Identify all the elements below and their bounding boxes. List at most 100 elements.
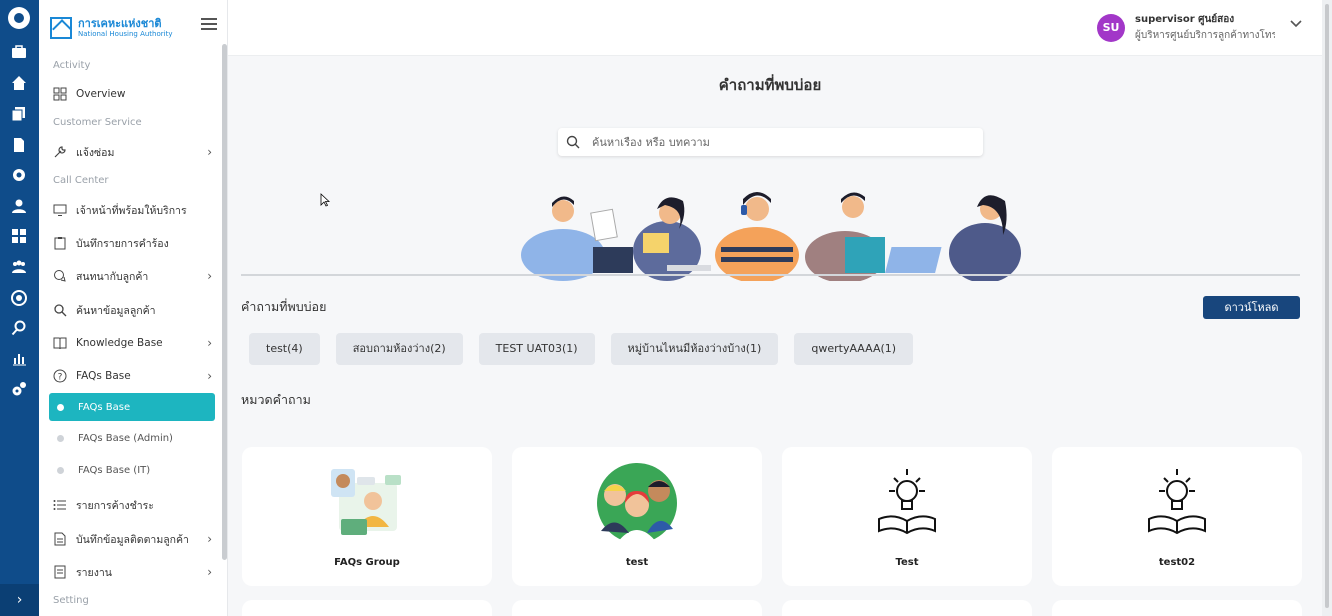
wrench-icon xyxy=(53,145,67,159)
team-illustration xyxy=(597,463,677,543)
sidebar-item-label: เจ้าหน้าที่พร้อมให้บริการ xyxy=(76,204,187,217)
category-card[interactable]: Test xyxy=(782,447,1032,586)
top-header: SU supervisor ศูนย์สอง ผู้บริหารศูนย์บริ… xyxy=(228,0,1332,56)
dashboard-icon[interactable] xyxy=(11,228,27,244)
chevron-right-icon: › xyxy=(207,532,212,546)
category-label: Test xyxy=(895,557,919,568)
brand-name-en: National Housing Authority xyxy=(78,30,173,38)
chevron-right-icon: › xyxy=(207,336,212,350)
user-name: supervisor ศูนย์สอง xyxy=(1135,14,1235,25)
sidebar-item-label: Knowledge Base xyxy=(76,337,163,349)
category-label: test xyxy=(625,557,649,568)
mouse-cursor-icon xyxy=(320,193,330,207)
category-card[interactable]: test02 xyxy=(1052,447,1302,586)
sidebar-item-label: Overview xyxy=(76,88,126,100)
hero-divider xyxy=(241,274,1300,276)
category-card[interactable]: FAQs Group xyxy=(242,447,492,586)
sidebar-item-knowledge-base[interactable]: Knowledge Base › xyxy=(48,331,218,355)
sidebar: การเคหะแห่งชาติ National Housing Authori… xyxy=(39,0,228,616)
category-label: FAQs Group xyxy=(334,557,400,568)
user-icon[interactable] xyxy=(11,198,27,214)
bullet-dot-icon xyxy=(57,434,64,442)
brand-name-th: การเคหะแห่งชาติ xyxy=(78,17,162,30)
sidebar-item-request-log[interactable]: บันทึกรายการคำร้อง xyxy=(48,231,218,255)
expand-sidebar-button[interactable]: › xyxy=(0,584,39,616)
sidebar-item-label: รายงาน xyxy=(76,566,112,579)
chart-icon[interactable] xyxy=(11,350,27,366)
sidebar-item-label: สนทนากับลูกค้า xyxy=(76,270,149,283)
chevron-right-icon: › xyxy=(207,269,212,283)
faq-tag-chip[interactable]: หมู่บ้านไหนมีห้องว่างบ้าง(1) xyxy=(610,333,779,365)
app-logo[interactable] xyxy=(8,7,30,29)
category-label: test02 xyxy=(1158,557,1196,568)
chevron-right-icon: › xyxy=(207,565,212,579)
page-scrollbar[interactable] xyxy=(1322,0,1332,616)
faq-tag-chip[interactable]: สอบถามห้องว่าง(2) xyxy=(335,333,463,365)
category-card[interactable] xyxy=(1052,600,1302,616)
sidebar-item-chat[interactable]: สนทนากับลูกค้า › xyxy=(48,264,218,288)
section-customer-service: Customer Service xyxy=(53,117,142,128)
faq-group-illustration xyxy=(331,469,401,535)
briefcase-icon[interactable] xyxy=(11,44,27,60)
sidebar-item-outstanding[interactable]: รายการค้างชำระ xyxy=(48,493,218,517)
clipboard-icon xyxy=(53,236,67,250)
sidebar-subitem-faqs-it[interactable]: FAQs Base (IT) xyxy=(49,456,215,484)
team-icon[interactable] xyxy=(11,259,27,275)
category-card-list: FAQs Group test Test test02 xyxy=(242,447,1302,586)
sidebar-item-label: บันทึกรายการคำร้อง xyxy=(76,237,169,250)
download-button[interactable]: ดาวน์โหลด xyxy=(1203,296,1300,319)
admin-settings-icon[interactable] xyxy=(11,381,27,397)
sidebar-item-followup[interactable]: บันทึกข้อมูลติดตามลูกค้า › xyxy=(48,527,218,551)
faq-tag-chip[interactable]: qwertyAAAA(1) xyxy=(794,333,914,365)
faq-section-heading: คำถามที่พบบ่อย xyxy=(241,299,327,314)
lightbulb-book-icon xyxy=(1148,469,1206,535)
file-text-icon xyxy=(53,532,67,546)
sidebar-item-label: รายการค้างชำระ xyxy=(76,499,154,512)
settings-gear-icon[interactable] xyxy=(11,167,27,183)
sidebar-scrollbar[interactable] xyxy=(222,44,227,560)
category-card[interactable] xyxy=(242,600,492,616)
icon-rail: › xyxy=(0,0,39,616)
sidebar-subitem-label: FAQs Base xyxy=(78,401,131,413)
search-icon xyxy=(53,303,67,317)
sidebar-item-customer-search[interactable]: ค้นหาข้อมูลลูกค้า xyxy=(48,298,218,322)
sidebar-item-report[interactable]: รายงาน › xyxy=(48,560,218,584)
chevron-down-icon[interactable] xyxy=(1290,17,1302,29)
hamburger-menu-icon[interactable] xyxy=(201,18,217,30)
brand-logo[interactable]: การเคหะแห่งชาติ National Housing Authori… xyxy=(50,14,172,42)
search-icon xyxy=(566,135,580,149)
lightbulb-book-icon xyxy=(878,469,936,535)
category-card[interactable] xyxy=(782,600,1032,616)
faq-tag-chip[interactable]: TEST UAT03(1) xyxy=(478,333,595,365)
grid-icon xyxy=(53,87,67,101)
sidebar-item-overview[interactable]: Overview xyxy=(48,82,218,106)
sidebar-item-label: FAQs Base xyxy=(76,370,131,382)
category-card[interactable] xyxy=(512,600,762,616)
home-icon[interactable] xyxy=(11,75,27,91)
sidebar-item-faqs-base[interactable]: ? FAQs Base › xyxy=(48,364,218,388)
category-card[interactable]: test xyxy=(512,447,762,586)
monitor-icon xyxy=(53,203,67,217)
report-icon xyxy=(53,565,67,579)
faq-tag-chip[interactable]: test(4) xyxy=(249,333,320,365)
bullet-dot-icon xyxy=(57,466,64,474)
support-gear-icon[interactable] xyxy=(11,290,27,306)
sidebar-item-label: บันทึกข้อมูลติดตามลูกค้า xyxy=(76,533,189,546)
sidebar-subitem-label: FAQs Base (IT) xyxy=(78,464,151,476)
sidebar-item-label: ค้นหาข้อมูลลูกค้า xyxy=(76,304,156,317)
search-icon[interactable] xyxy=(11,320,27,336)
question-circle-icon: ? xyxy=(53,369,67,383)
sidebar-subitem-faqs-admin[interactable]: FAQs Base (Admin) xyxy=(49,424,215,452)
document-icon[interactable] xyxy=(11,137,27,153)
hero-people-illustration xyxy=(521,192,1021,281)
chevron-right-icon: › xyxy=(207,145,212,159)
user-role: ผู้บริหารศูนย์บริการลูกค้าทางโทรศัพท์ xyxy=(1135,30,1275,41)
page-scrollbar-thumb[interactable] xyxy=(1325,4,1329,608)
copy-icon[interactable] xyxy=(11,106,27,122)
sidebar-item-repair[interactable]: แจ้งซ่อม › xyxy=(48,140,218,164)
user-avatar[interactable]: SU xyxy=(1097,14,1125,42)
section-activity: Activity xyxy=(53,60,91,71)
sidebar-subitem-faqs-base[interactable]: FAQs Base xyxy=(49,393,215,421)
search-input[interactable] xyxy=(592,135,952,149)
sidebar-item-agent-ready[interactable]: เจ้าหน้าที่พร้อมให้บริการ xyxy=(48,198,218,222)
